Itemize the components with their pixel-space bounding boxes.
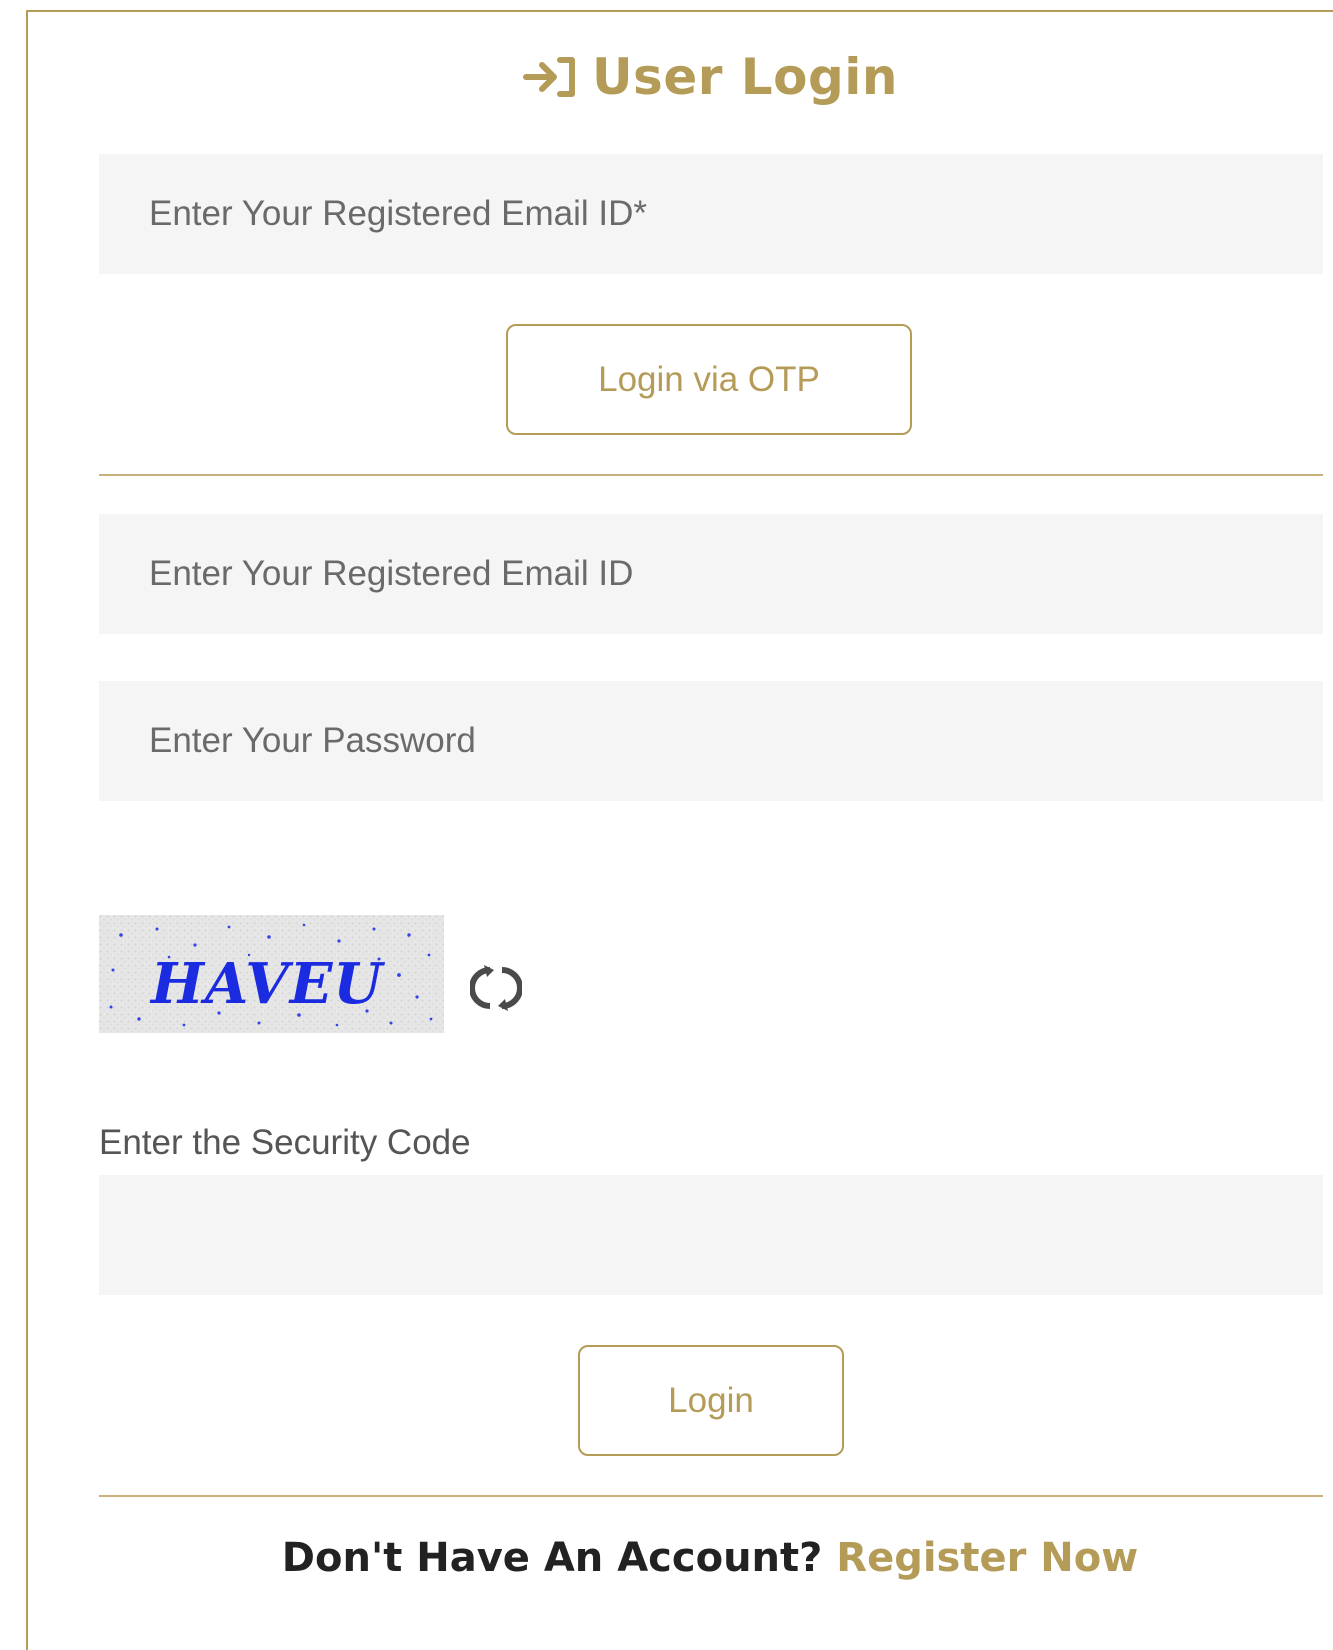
- password-input[interactable]: [99, 681, 1323, 801]
- register-now-link[interactable]: Register Now: [836, 1535, 1138, 1581]
- page-title-text: User Login: [591, 48, 899, 106]
- refresh-icon[interactable]: [470, 962, 522, 1014]
- captcha-image: HAVEU: [99, 915, 444, 1033]
- section-divider: [99, 474, 1323, 476]
- login-via-otp-button[interactable]: Login via OTP: [506, 324, 912, 435]
- register-prompt: Don't Have An Account? Register Now: [0, 1535, 1333, 1581]
- security-code-input[interactable]: [99, 1175, 1323, 1295]
- security-code-label: Enter the Security Code: [99, 1123, 471, 1162]
- footer-divider: [99, 1495, 1323, 1497]
- page-title: User Login: [0, 42, 1333, 112]
- login-arrow-icon: [522, 57, 575, 97]
- login-button[interactable]: Login: [578, 1345, 844, 1456]
- email-input[interactable]: [99, 514, 1323, 634]
- register-question: Don't Have An Account?: [281, 1535, 837, 1581]
- otp-email-input[interactable]: [99, 154, 1323, 274]
- captcha-code-text: HAVEU: [149, 951, 385, 1017]
